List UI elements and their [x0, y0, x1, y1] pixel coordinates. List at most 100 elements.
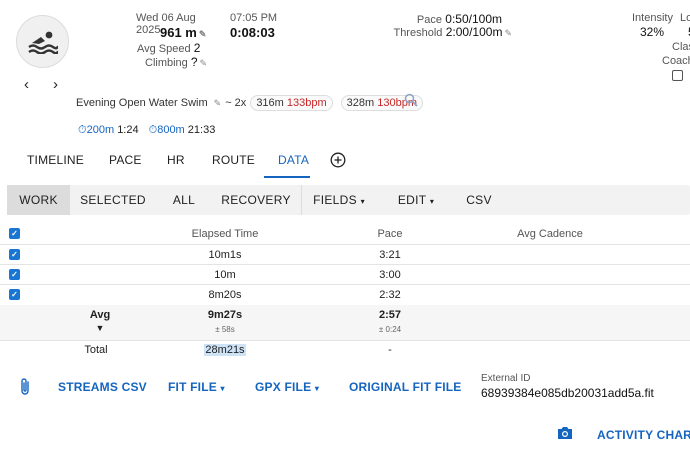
total-label: Total [84, 344, 108, 356]
toolbar-divider [301, 185, 302, 215]
activity-name[interactable]: Evening Open Water Swim [76, 97, 208, 109]
avg-speed: Avg Speed 2 [137, 41, 200, 55]
coach-checkbox[interactable] [672, 70, 683, 81]
avg-pace: 2:57 [378, 309, 402, 321]
previous-activity-button[interactable]: ‹ [24, 76, 29, 93]
search-icon[interactable] [404, 93, 418, 107]
tab-route[interactable]: ROUTE [212, 153, 255, 167]
next-activity-button[interactable]: › [53, 76, 58, 93]
edit-name-icon[interactable]: ✎ [214, 98, 222, 109]
streams-csv-button[interactable]: STREAMS CSV [58, 380, 147, 394]
dropdown-caret-icon: ▾ [429, 197, 435, 206]
edit-distance-icon[interactable]: ✎ [199, 29, 207, 39]
row-divider [0, 264, 690, 265]
activity-type-avatar [16, 15, 69, 68]
row-divider [0, 284, 690, 285]
intensity-value: 32% [640, 25, 665, 39]
interval-chip-1[interactable]: 316m 133bpm [250, 95, 333, 111]
tab-hr[interactable]: HR [167, 153, 185, 167]
distance-value: 961 m [160, 25, 197, 40]
climbing-label: Climbing [145, 57, 188, 69]
load-label: Lo [680, 12, 690, 24]
fit-file-button[interactable]: FIT FILE ▾ [168, 380, 225, 394]
row-checkbox[interactable]: ✓ [9, 249, 20, 260]
row-divider [0, 244, 690, 245]
edit-climbing-icon[interactable]: ✎ [200, 58, 208, 68]
coach-label: Coach [662, 55, 690, 67]
class-label: Clas [672, 41, 690, 53]
best-effort-800m[interactable]: ⏱800m 21:33 [149, 124, 216, 137]
activity-chart-button[interactable]: ACTIVITY CHART [597, 428, 690, 442]
filter-selected-button[interactable]: SELECTED [72, 185, 154, 215]
add-tab-icon[interactable] [330, 152, 346, 168]
attachment-icon[interactable] [19, 377, 31, 397]
activity-time: 07:05 PM [230, 12, 278, 24]
threshold-stat: Threshold 2:00/100m ✎ [380, 25, 512, 39]
best-effort-200m[interactable]: ⏱200m 1:24 [78, 124, 139, 137]
best-efforts: ⏱200m 1:24 ⏱800m 21:33 [78, 124, 215, 137]
select-all-checkbox[interactable]: ✓ [9, 228, 20, 239]
threshold-label: Threshold [393, 27, 443, 39]
external-id-value: 68939384e085db20031add5a.fit [481, 386, 654, 400]
edit-menu-button[interactable]: EDIT ▾ [388, 185, 444, 215]
total-pace: - [388, 344, 392, 356]
row2-elapsed: 10m [214, 269, 236, 281]
climbing: Climbing ? ✎ [145, 55, 207, 69]
avg-speed-value: 2 [193, 41, 201, 55]
filter-all-button[interactable]: ALL [158, 185, 210, 215]
best1-distance: 200m [86, 124, 115, 136]
tab-pace[interactable]: PACE [109, 153, 142, 167]
best2-distance: 800m [157, 124, 185, 136]
climbing-value: ? [190, 55, 198, 69]
fit-file-label: FIT FILE [168, 380, 217, 394]
camera-icon[interactable] [556, 425, 574, 441]
column-header-cadence[interactable]: Avg Cadence [490, 228, 610, 240]
fields-menu-button[interactable]: FIELDS ▾ [306, 185, 372, 215]
total-elapsed[interactable]: 28m21s [204, 344, 246, 356]
avg-speed-label: Avg Speed [137, 43, 191, 55]
active-tab-indicator [264, 176, 310, 178]
filter-recovery-button[interactable]: RECOVERY [214, 185, 298, 215]
original-fit-file-button[interactable]: ORIGINAL FIT FILE [349, 380, 462, 394]
avg-elapsed: 9m27s [207, 309, 243, 321]
row3-elapsed: 8m20s [208, 289, 242, 301]
gpx-file-label: GPX FILE [255, 380, 312, 394]
column-header-elapsed[interactable]: Elapsed Time [160, 228, 290, 240]
intensity-label: Intensity [632, 12, 673, 24]
activity-duration: 0:08:03 [230, 25, 275, 40]
avg-elapsed-sd: ± 58s [215, 325, 235, 334]
chip1-distance: 316m [256, 97, 284, 109]
tab-data[interactable]: DATA [278, 153, 309, 167]
activity-distance: 961 m ✎ [160, 25, 206, 40]
dropdown-caret-icon: ▾ [314, 384, 320, 393]
row2-pace: 3:00 [379, 269, 401, 281]
tab-timeline[interactable]: TIMELINE [27, 153, 84, 167]
threshold-value: 2:00/100m [445, 25, 503, 39]
chip2-distance: 328m [346, 97, 375, 109]
filter-work-button[interactable]: WORK [7, 185, 70, 215]
avg-dropdown-icon[interactable]: ▼ [70, 323, 130, 333]
best1-time: 1:24 [117, 124, 139, 136]
column-header-pace[interactable]: Pace [350, 228, 430, 240]
interval-prefix: ~ 2x [225, 97, 247, 109]
pace-value: 0:50/100m [445, 12, 502, 26]
edit-label: EDIT [397, 193, 427, 207]
csv-button[interactable]: CSV [458, 185, 500, 215]
fields-label: FIELDS [313, 193, 357, 207]
total-elapsed-wrap: 28m21s [160, 344, 290, 356]
avg-label: Avg [89, 309, 111, 321]
stopwatch-icon: ⏱ [148, 124, 158, 136]
row-checkbox[interactable]: ✓ [9, 269, 20, 280]
edit-threshold-icon[interactable]: ✎ [504, 28, 512, 38]
best2-time: 21:33 [187, 124, 216, 136]
pace-stat: Pace 0:50/100m [380, 12, 502, 26]
gpx-file-button[interactable]: GPX FILE ▾ [255, 380, 319, 394]
swim-icon [27, 31, 58, 54]
row-divider [0, 340, 690, 341]
row-checkbox[interactable]: ✓ [9, 289, 20, 300]
chip1-hr: 133bpm [286, 97, 327, 109]
activity-summary-line: Evening Open Water Swim ✎ ~ 2x 316m 133bp… [76, 95, 424, 111]
row3-pace: 2:32 [379, 289, 401, 301]
row1-pace: 3:21 [379, 249, 401, 261]
row1-elapsed: 10m1s [208, 249, 242, 261]
